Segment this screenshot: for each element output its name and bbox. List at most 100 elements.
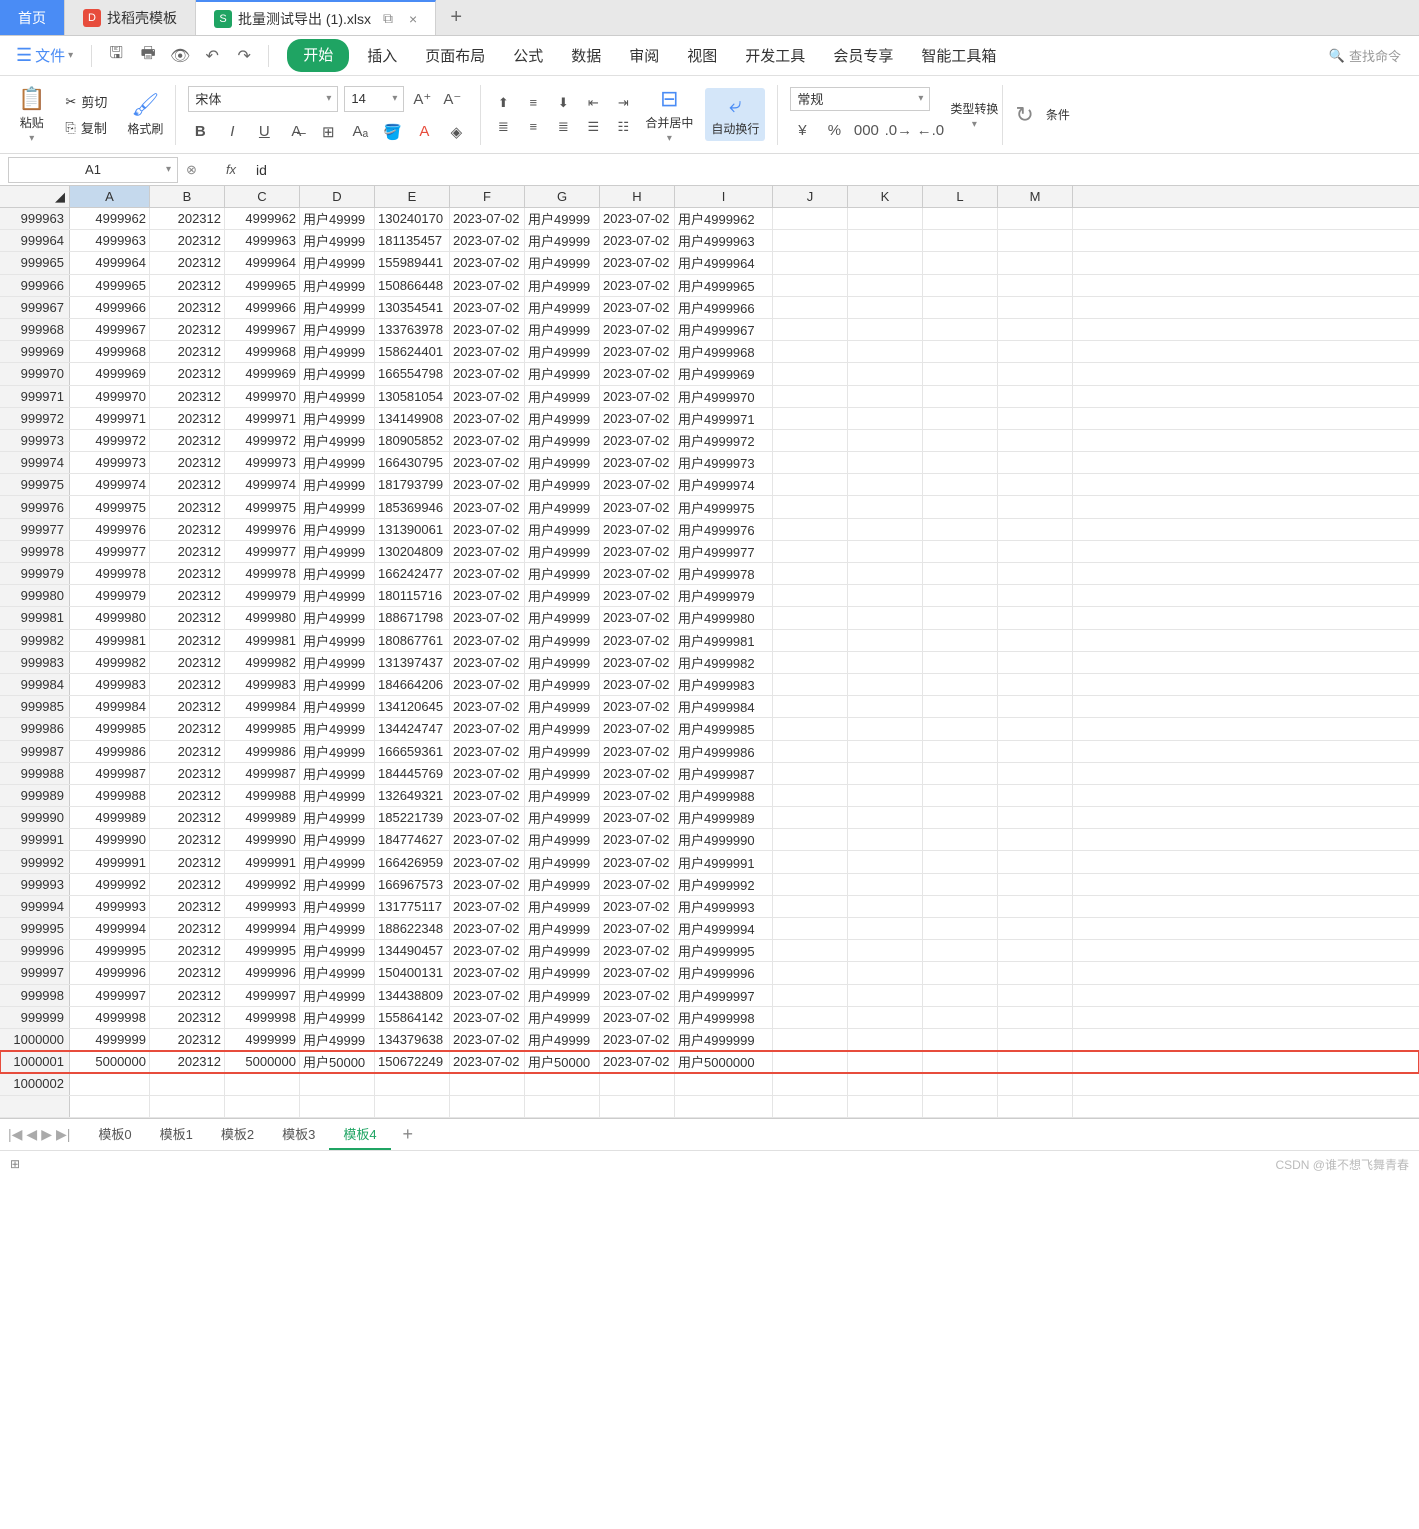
font-color-button[interactable]: A: [412, 120, 436, 144]
print-icon[interactable]: 🖶: [134, 42, 162, 70]
cell[interactable]: [848, 985, 923, 1006]
cell[interactable]: [600, 1073, 675, 1094]
row-number[interactable]: 999984: [0, 674, 70, 695]
cell[interactable]: [848, 275, 923, 296]
col-header-I[interactable]: I: [675, 186, 773, 207]
cell[interactable]: [848, 386, 923, 407]
row-number[interactable]: 999997: [0, 962, 70, 983]
number-format-select[interactable]: 常规▾: [790, 87, 930, 111]
sum-button[interactable]: ↻: [1015, 102, 1033, 128]
row-number[interactable]: 999971: [0, 386, 70, 407]
cell[interactable]: 4999993: [70, 896, 150, 917]
cell[interactable]: 用户49999: [525, 341, 600, 362]
cell[interactable]: 用户4999963: [675, 230, 773, 251]
col-header-C[interactable]: C: [225, 186, 300, 207]
cell[interactable]: [525, 1073, 600, 1094]
table-row[interactable]: 99999749999962023124999996用户499991504001…: [0, 962, 1419, 984]
cell[interactable]: 用户49999: [300, 341, 375, 362]
cell[interactable]: 用户49999: [300, 386, 375, 407]
cell[interactable]: 2023-07-02: [600, 585, 675, 606]
cell[interactable]: 2023-07-02: [450, 230, 525, 251]
cell[interactable]: [773, 607, 848, 628]
cell[interactable]: 188671798: [375, 607, 450, 628]
decrease-font-icon[interactable]: A⁻: [440, 87, 464, 111]
cell[interactable]: 用户4999966: [675, 297, 773, 318]
cell[interactable]: 202312: [150, 208, 225, 229]
cell[interactable]: [225, 1096, 300, 1117]
cell[interactable]: 用户49999: [525, 1007, 600, 1028]
cell[interactable]: 4999977: [225, 541, 300, 562]
cell[interactable]: 5000000: [70, 1051, 150, 1072]
cell[interactable]: 4999976: [225, 519, 300, 540]
indent-dec-icon[interactable]: ⇤: [583, 94, 603, 112]
table-row[interactable]: 99999549999942023124999994用户499991886223…: [0, 918, 1419, 940]
align-bot-icon[interactable]: ⬇: [553, 94, 573, 112]
table-row[interactable]: 99999249999912023124999991用户499991664269…: [0, 851, 1419, 873]
cell[interactable]: 202312: [150, 519, 225, 540]
cell[interactable]: 2023-07-02: [450, 829, 525, 850]
row-number[interactable]: 999968: [0, 319, 70, 340]
cell[interactable]: 用户49999: [300, 1007, 375, 1028]
cell[interactable]: 2023-07-02: [450, 208, 525, 229]
cell[interactable]: [923, 829, 998, 850]
cell[interactable]: 4999994: [225, 918, 300, 939]
cell[interactable]: [848, 896, 923, 917]
cell[interactable]: [998, 630, 1073, 651]
cell[interactable]: 4999966: [70, 297, 150, 318]
cell[interactable]: [848, 874, 923, 895]
cell[interactable]: 4999972: [225, 430, 300, 451]
cell[interactable]: 2023-07-02: [600, 252, 675, 273]
cell[interactable]: 用户49999: [300, 297, 375, 318]
cell[interactable]: 4999980: [70, 607, 150, 628]
table-row[interactable]: 99997849999772023124999977用户499991302048…: [0, 541, 1419, 563]
copy-button[interactable]: ⎘复制: [65, 116, 107, 140]
cell[interactable]: 用户49999: [525, 829, 600, 850]
cell[interactable]: 4999964: [225, 252, 300, 273]
cell[interactable]: 181793799: [375, 474, 450, 495]
preview-icon[interactable]: 👁: [166, 42, 194, 70]
cell[interactable]: 155989441: [375, 252, 450, 273]
cell[interactable]: [998, 940, 1073, 961]
table-row[interactable]: 99997349999722023124999972用户499991809058…: [0, 430, 1419, 452]
cell[interactable]: 166659361: [375, 741, 450, 762]
cell[interactable]: 4999984: [70, 696, 150, 717]
cell[interactable]: [923, 208, 998, 229]
cell[interactable]: 用户49999: [525, 874, 600, 895]
cell[interactable]: [848, 452, 923, 473]
cell[interactable]: 用户49999: [525, 918, 600, 939]
cell[interactable]: [998, 696, 1073, 717]
cell[interactable]: [848, 763, 923, 784]
table-row[interactable]: 99996649999652023124999965用户499991508664…: [0, 275, 1419, 297]
cell[interactable]: [848, 1007, 923, 1028]
cell[interactable]: 用户49999: [525, 297, 600, 318]
cell[interactable]: 用户4999996: [675, 962, 773, 983]
cell[interactable]: 用户49999: [525, 252, 600, 273]
cell[interactable]: 202312: [150, 896, 225, 917]
ribbon-tab-formula[interactable]: 公式: [503, 39, 553, 72]
cell[interactable]: 用户4999989: [675, 807, 773, 828]
cell[interactable]: 134424747: [375, 718, 450, 739]
cell[interactable]: [848, 741, 923, 762]
cell[interactable]: 150672249: [375, 1051, 450, 1072]
cell[interactable]: 132649321: [375, 785, 450, 806]
cell[interactable]: [923, 275, 998, 296]
table-row[interactable]: 99998549999842023124999984用户499991341206…: [0, 696, 1419, 718]
cell[interactable]: 158624401: [375, 341, 450, 362]
table-row[interactable]: 99996449999632023124999963用户499991811354…: [0, 230, 1419, 252]
cell[interactable]: 134120645: [375, 696, 450, 717]
cell[interactable]: 2023-07-02: [600, 763, 675, 784]
cell[interactable]: [848, 785, 923, 806]
cell[interactable]: 180867761: [375, 630, 450, 651]
table-row[interactable]: 99999449999932023124999993用户499991317751…: [0, 896, 1419, 918]
cell[interactable]: 用户49999: [300, 829, 375, 850]
cell[interactable]: [998, 829, 1073, 850]
cell[interactable]: [998, 874, 1073, 895]
cell[interactable]: 用户49999: [300, 430, 375, 451]
cell[interactable]: [923, 408, 998, 429]
cell[interactable]: 202312: [150, 430, 225, 451]
col-header-L[interactable]: L: [923, 186, 998, 207]
cell[interactable]: 用户49999: [525, 496, 600, 517]
cell[interactable]: [375, 1073, 450, 1094]
cell[interactable]: [998, 718, 1073, 739]
cell[interactable]: 用户4999985: [675, 718, 773, 739]
